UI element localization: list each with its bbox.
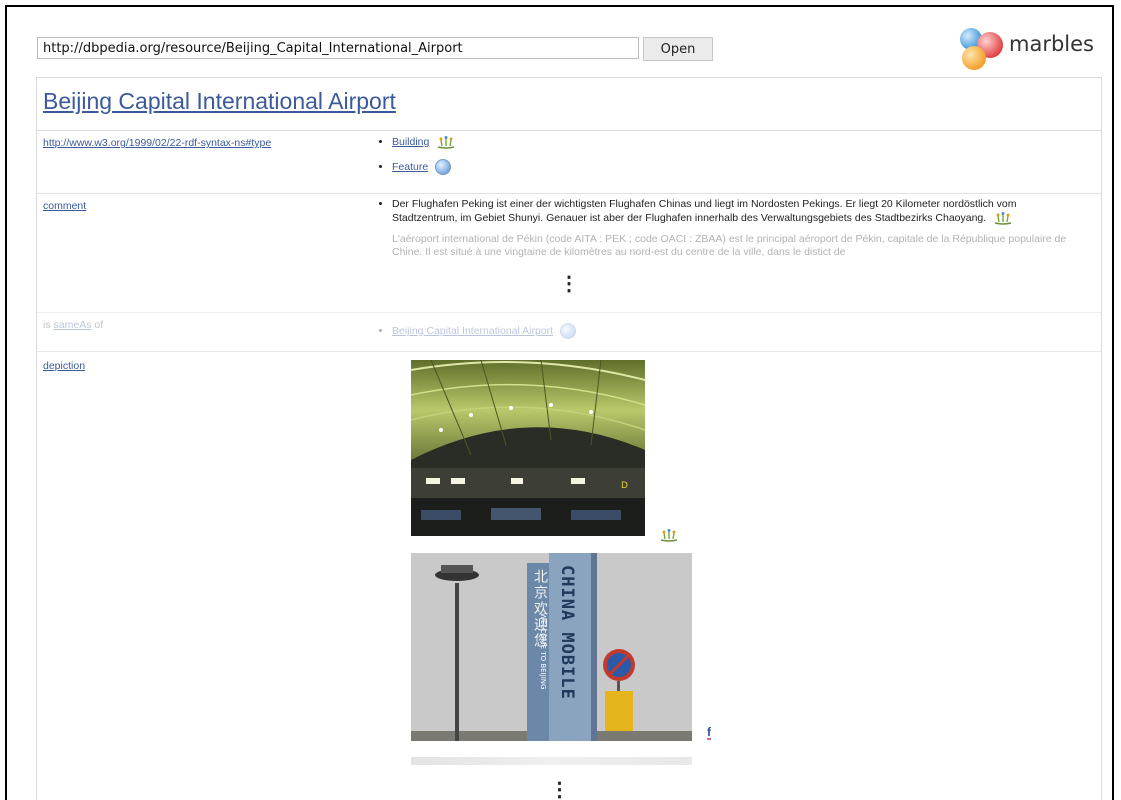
values-comment: Der Flughafen Peking ist einer der wicht… (380, 198, 1080, 265)
terminal-photo: D (411, 360, 645, 536)
svg-text:D: D (621, 481, 628, 491)
globe-icon (435, 159, 452, 175)
row-sameas: is sameAs of Beijing Capital Internation… (37, 312, 1101, 352)
sameas-suffix: of (94, 319, 104, 331)
list-item: Feature (392, 159, 1080, 175)
resource-title[interactable]: Beijing Capital International Airport (43, 88, 396, 115)
building-source-icon (994, 212, 1012, 225)
marbles-logo: marbles (954, 25, 1112, 75)
list-item: Der Flughafen Peking ist einer der wicht… (392, 198, 1080, 225)
comment-fr-text: L'aéroport international de Pékin (code … (392, 233, 1067, 258)
depiction-image-sign[interactable]: 北京欢迎您 CHINA MOBILE WELCOME TO BEIJING (411, 553, 692, 741)
depiction-image-partial[interactable] (411, 757, 692, 765)
predicate-type-link[interactable]: http://www.w3.org/1999/02/22-rdf-syntax-… (43, 137, 271, 149)
predicate-comment-link[interactable]: comment (43, 200, 86, 212)
predicate-sameas: is sameAs of (43, 319, 103, 331)
building-source-icon (660, 529, 678, 542)
open-button[interactable]: Open (643, 37, 713, 61)
values-type: Building Feature (380, 135, 1080, 181)
comment-de-text: Der Flughafen Peking ist einer der wicht… (392, 198, 1017, 224)
sign-welcome-text: WELCOME TO BEIJING (539, 613, 547, 690)
row-depiction: depiction D 北京欢迎您 CHINA MOBILE WELCOME T… (37, 352, 1101, 772)
sameas-link[interactable]: sameAs (54, 319, 92, 331)
flickr-source-icon[interactable]: f (707, 726, 711, 740)
sameas-value-link[interactable]: Beijing Capital International Airport (392, 325, 553, 337)
value-feature-link[interactable]: Feature (392, 161, 428, 173)
browser-frame: Open marbles Beijing Capital Internation… (5, 5, 1114, 800)
list-item: Building (392, 135, 1080, 149)
building-source-icon (438, 136, 455, 149)
resource-table: Beijing Capital International Airport ht… (36, 77, 1102, 800)
resource-title-row: Beijing Capital International Airport (37, 77, 1101, 131)
list-item: Beijing Capital International Airport (392, 323, 1080, 339)
row-comment: comment Der Flughafen Peking ist einer d… (37, 194, 1101, 312)
marbles-logo-icon (960, 28, 1003, 70)
values-sameas: Beijing Capital International Airport (380, 323, 1080, 345)
url-input[interactable] (37, 37, 639, 59)
sign-mobile-text: CHINA MOBILE (557, 565, 577, 700)
row-type: http://www.w3.org/1999/02/22-rdf-syntax-… (37, 131, 1101, 194)
ellipsis-comment: ⋮ (559, 273, 579, 295)
ellipsis-bottom: ⋮ (549, 779, 570, 800)
value-building-link[interactable]: Building (392, 136, 429, 148)
list-item: L'aéroport international de Pékin (code … (392, 233, 1080, 259)
sameas-prefix: is (43, 319, 51, 331)
globe-icon (560, 323, 577, 339)
logo-text: marbles (1009, 32, 1094, 56)
sign-photo (411, 553, 692, 741)
depiction-image-terminal[interactable]: D (411, 360, 645, 536)
toolbar: Open marbles (7, 7, 1112, 77)
predicate-depiction-link[interactable]: depiction (43, 360, 85, 372)
